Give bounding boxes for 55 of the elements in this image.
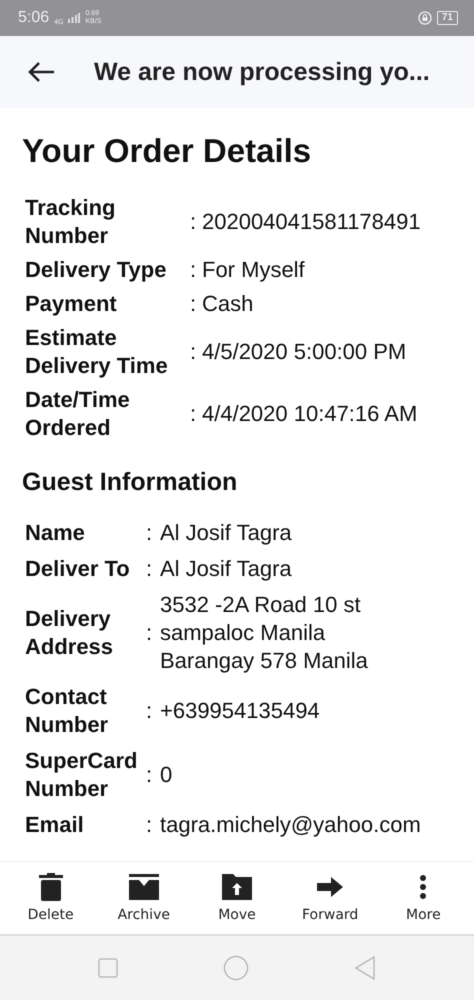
field-label: Deliver To [25,555,131,583]
field-value: tagra.michely@yahoo.com [160,811,422,839]
field-value: Al Josif Tagra [160,519,293,547]
toolbar-button[interactable]: Move [192,873,282,923]
field-value: 4/5/2020 5:00:00 PM [202,338,408,366]
field-value: 202004041581178491 [202,208,422,236]
more-icon [419,873,428,901]
field-label: Contact Number [25,683,110,739]
field-value: 3532 -2A Road 10 st [160,591,362,619]
separator-text: : [190,400,196,428]
back-nav-button[interactable] [354,956,376,980]
separator-text: : [190,208,196,236]
back-button[interactable] [26,60,56,84]
separator-text: : [146,811,154,839]
field-value: 0 [160,761,174,789]
field-label: Estimate Delivery Time [25,324,169,380]
separator-text: : [146,619,154,647]
home-button[interactable] [223,955,249,981]
field-label: Name [25,519,86,547]
field-label: Date/Time Ordered [25,386,131,442]
toolbar-button[interactable]: Archive [98,873,189,923]
separator-text: : [190,338,196,366]
battery-indicator: 71 [436,11,458,25]
field-label: Delivery Address [25,605,114,661]
field-value: +639954135494 [160,697,321,725]
field-label: SuperCard Number [25,747,138,803]
field-label: Payment [25,290,118,318]
toolbar-button[interactable]: Delete [6,873,96,923]
separator-text: : [190,290,196,318]
archive-icon [128,873,159,901]
toolbar-button[interactable]: Forward [285,873,376,923]
field-value: Barangay 578 Manila [160,647,369,675]
field-label: Tracking Number [25,194,116,250]
field-label: Delivery Type [25,256,168,284]
field-value: Cash [202,290,254,318]
signal-icon [68,13,80,23]
field-value: Al Josif Tagra [160,555,293,583]
delete-icon [38,873,63,901]
status-time: 5:06 [18,9,50,27]
toolbar-button[interactable]: More [378,873,468,923]
separator-text: : [146,555,154,583]
rotation-lock-icon [418,11,432,25]
separator-text: : [146,761,154,789]
page-title: We are now processing yo... [94,58,430,86]
folder-upload-icon [222,873,252,901]
field-value: 4/4/2020 10:47:16 AM [202,400,418,428]
field-value: For Myself [202,256,306,284]
separator-text: : [146,519,154,547]
section-heading: Your Order Details [22,132,312,170]
field-value: sampaloc Manila [160,619,326,647]
separator-text: : [190,256,196,284]
section-heading: Guest Information [22,468,238,497]
separator-text: : [146,697,154,725]
field-label: Email [25,811,85,839]
recents-button[interactable] [98,958,118,978]
